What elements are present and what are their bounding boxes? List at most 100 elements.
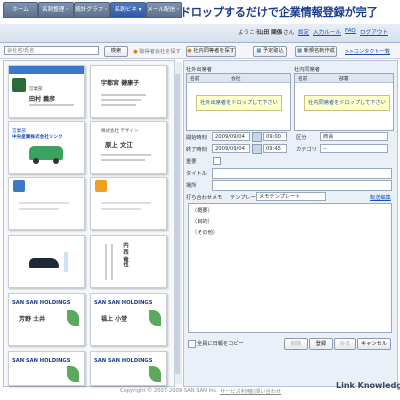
tab-home[interactable]: ホーム (3, 2, 38, 18)
find-internal-label: 社内同等者を探す (193, 48, 235, 54)
place-input[interactable] (212, 180, 392, 191)
important-checkbox[interactable] (213, 157, 221, 165)
end-time-label: 終了時刻 (186, 147, 207, 153)
internal-drop-zone[interactable]: 社内同席者をドロップして下さい (304, 95, 390, 111)
memo-line: （その他） (192, 230, 218, 236)
memo-textarea[interactable]: （概要） （目的） （その他） (188, 203, 392, 333)
business-card[interactable]: SAN SAN HOLDINGS 芳野 土井 (8, 293, 85, 346)
search-input[interactable] (4, 46, 99, 55)
animal-icon (29, 258, 59, 268)
logo-icon (12, 78, 26, 92)
card-list-panel: 営業部 田村 義彦 宇都宮 健康子 営業部 中央産業株式会社リンク 株式会社 デ… (3, 60, 175, 387)
sub-category-select[interactable]: -- (320, 144, 388, 153)
delete-button[interactable]: 削除 (284, 338, 308, 350)
logo-icon (95, 180, 107, 192)
copy-checkbox[interactable] (188, 340, 196, 348)
start-date-input[interactable]: 2009/09/04 (212, 132, 250, 141)
important-label: 重要 (186, 159, 197, 165)
find-attendee-text: ● 取得者会社を探す (133, 48, 181, 55)
user-honorific: さん (283, 30, 295, 36)
logout-link[interactable]: ログアウト (360, 28, 388, 36)
new-card-label: 新規名刺作成 (303, 48, 335, 54)
card-name: 田村 義彦 (29, 96, 56, 103)
scroll-thumb[interactable] (175, 74, 180, 374)
leaf-icon (149, 310, 161, 326)
cancel-button[interactable]: キャンセル (357, 338, 391, 350)
calendar-icon[interactable] (252, 132, 262, 142)
business-card[interactable]: 営業部 中央産業株式会社リンク (8, 121, 85, 174)
business-card[interactable] (8, 177, 85, 230)
category-select[interactable]: 商会 (320, 132, 388, 141)
calendar-icon: ▦ (256, 48, 262, 54)
faq-link[interactable]: FAQ (345, 28, 356, 34)
tab-card-organize[interactable]: 名刺整理・ (38, 2, 74, 18)
tab-stats-graph[interactable]: 統計グラフ・ (74, 2, 110, 18)
schedule-import-label: 予定取込 (262, 48, 284, 54)
column-header-department: 部署 (339, 77, 349, 82)
leaf-icon (67, 310, 79, 326)
find-internal-button[interactable]: ● 社内同等者を探す (186, 46, 236, 57)
contact-link[interactable]: お問い合わせ (250, 388, 281, 395)
business-card[interactable]: 宇都宮 健康子 (90, 65, 167, 118)
card-name: 宇都宮 健康子 (101, 80, 140, 87)
card-name: 芳野 土井 (19, 316, 46, 323)
card-company: SAN SAN HOLDINGS (12, 300, 71, 306)
card-company: SAN SAN HOLDINGS (94, 300, 153, 306)
user-name: 山田 関係 (258, 30, 283, 36)
business-card[interactable] (8, 235, 85, 288)
card-company: SAN SAN HOLDINGS (12, 358, 71, 364)
copyright-text: Copyright © 2007-2009 SAN SAN Inc. (120, 388, 219, 394)
client-drop-zone[interactable]: 社外出席者をドロップして下さい (196, 95, 282, 111)
person-icon: ● (133, 49, 138, 55)
column-header-company: 会社 (231, 77, 241, 82)
copy-checkbox-label: 全員に日報をコピー (197, 341, 244, 347)
card-company: 株式会社 デザイン (101, 129, 139, 134)
business-card[interactable] (90, 177, 167, 230)
end-time-select[interactable]: 09:45 (263, 144, 287, 153)
business-card[interactable]: 株式会社 デザイン 原上 文江 (90, 121, 167, 174)
tab-mail[interactable]: メール配信・ (146, 2, 182, 18)
find-attendee-label: 取得者会社を探す (139, 49, 181, 55)
memo-edit-link[interactable]: 転送編集 (370, 194, 391, 201)
input-rules-link[interactable]: 入力ルール (313, 28, 341, 36)
new-card-button[interactable]: ▩ 新規名刺作成 (295, 46, 337, 57)
leaf-icon (67, 366, 79, 382)
card-company: SAN SAN HOLDINGS (94, 358, 153, 364)
memo-line: （目的） (192, 219, 213, 225)
settings-link[interactable]: 設定 (298, 28, 309, 36)
memo-label: 打ち合わせメモ (186, 195, 223, 201)
schedule-import-button[interactable]: ▦ 予定取込 (253, 46, 287, 57)
card-icon: ▩ (297, 48, 303, 54)
calendar-icon[interactable] (252, 144, 262, 154)
client-attendees-label: 社外出席者 (186, 67, 212, 73)
card-name: 福上 小堂 (101, 316, 128, 323)
card-title: 営業部 (29, 87, 43, 92)
category-label: 区分 (296, 135, 307, 141)
brand-logo: Link Knowledge (336, 381, 400, 390)
template-select[interactable]: メモテンプレート (256, 192, 326, 201)
business-card[interactable]: SAN SAN HOLDINGS (90, 351, 167, 386)
card-company: 中央産業株式会社リンク (12, 135, 63, 140)
back-button[interactable]: 戻る (334, 338, 356, 350)
internal-attendees-label: 社内同席者 (294, 67, 320, 73)
card-name: 原上 文江 (105, 141, 133, 149)
column-header-name: 名前 (190, 77, 200, 82)
policy-link[interactable]: サービス利用 (220, 388, 251, 395)
leaf-icon (149, 366, 161, 382)
save-button[interactable]: 登録 (309, 338, 333, 350)
tab-card-business[interactable]: 名刺ビネ ▾ (110, 2, 146, 18)
column-header-name: 名前 (298, 77, 308, 82)
title-input[interactable] (212, 168, 392, 179)
start-time-label: 開始時刻 (186, 135, 207, 141)
business-card[interactable]: SAN SAN HOLDINGS (8, 351, 85, 386)
end-date-input[interactable]: 2009/09/04 (212, 144, 250, 153)
card-name: 内 西 竜也 (122, 242, 128, 268)
business-card[interactable]: 営業部 田村 義彦 (8, 65, 85, 118)
sub-category-label: カテゴリ (296, 147, 317, 153)
contact-list-link[interactable]: >>コンタクト一覧 (345, 48, 390, 55)
logo-icon (13, 180, 25, 192)
start-time-select[interactable]: 09:00 (263, 132, 287, 141)
business-card[interactable]: 内 西 竜也 (90, 235, 167, 288)
business-card[interactable]: SAN SAN HOLDINGS 福上 小堂 (90, 293, 167, 346)
search-button[interactable]: 検索 (104, 46, 128, 57)
